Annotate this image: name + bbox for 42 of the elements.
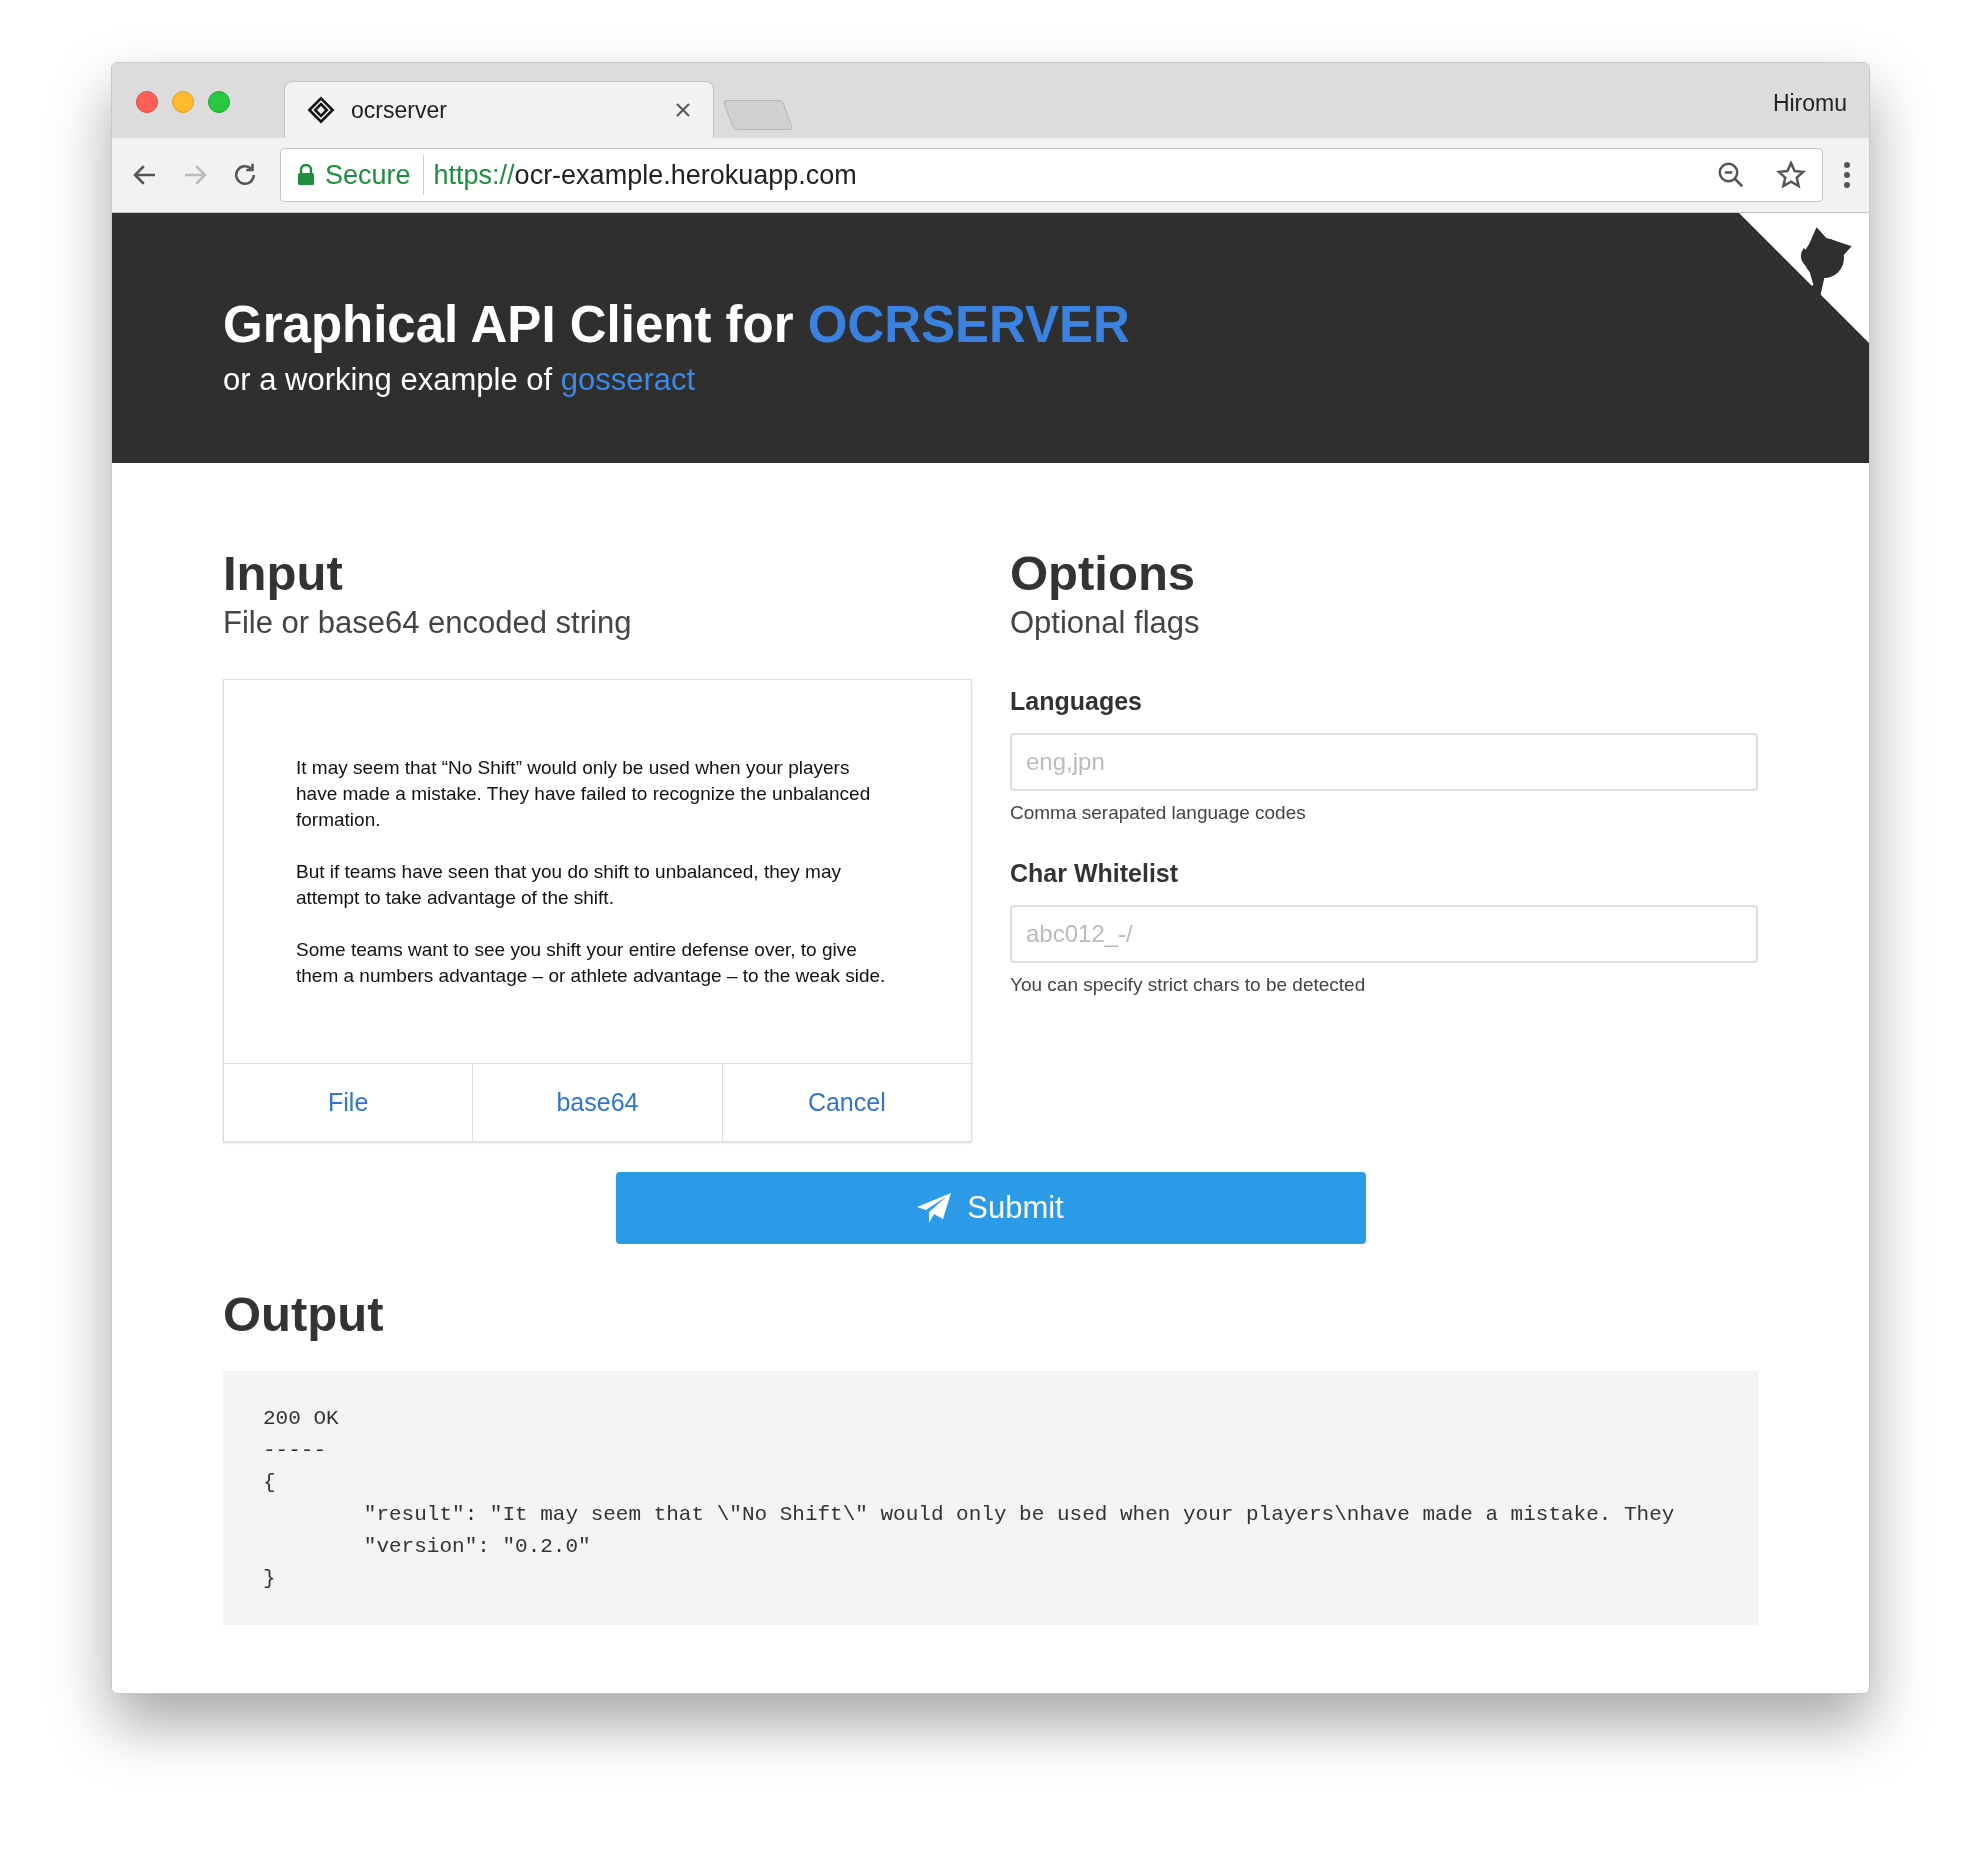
- star-icon[interactable]: [1776, 160, 1806, 190]
- paper-plane-icon: [917, 1193, 952, 1223]
- close-icon[interactable]: [675, 102, 691, 118]
- output-line: -----: [263, 1438, 327, 1465]
- zoom-out-icon[interactable]: [1716, 160, 1746, 190]
- input-option-button[interactable]: Cancel: [721, 1064, 971, 1141]
- field-label: Languages: [1010, 686, 1143, 717]
- cube-icon: [307, 96, 335, 124]
- output-line: "version": "0.2.0": [362, 1534, 592, 1561]
- output-line: 200 OK: [263, 1406, 340, 1433]
- page-subtitle: or a working example of gosseract: [223, 360, 697, 399]
- input-subheading: File or base64 encoded string: [223, 604, 633, 643]
- profile-name[interactable]: Hiromu: [1772, 85, 1847, 120]
- browser-tab[interactable]: ocrserver: [284, 81, 714, 138]
- preview-paragraph: Some teams want to see you shift your entire defense over, to give them a numbers advantage – or athlete advantage – to the weak side.: [296, 937, 887, 988]
- secure-label: Secure: [325, 154, 424, 196]
- field-help: Comma serapated language codes: [1010, 800, 1307, 825]
- preview-paragraph: It may seem that “No Shift” would only be used when your players have made a mistake. They have failed to recognize the unbalanced formation.: [296, 755, 872, 832]
- options-heading: Options: [1010, 545, 1197, 602]
- submit-button[interactable]: Submit: [615, 1172, 1366, 1244]
- options-subheading: Optional flags: [1010, 604, 1201, 643]
- preview-paragraph: But if teams have seen that you do shift to unbalanced, they may attempt to take advantage of the shift.: [296, 859, 842, 910]
- close-window-icon[interactable]: [136, 91, 158, 113]
- address-bar[interactable]: Secure https://ocr-example.herokuapp.com: [280, 148, 1823, 202]
- menu-icon[interactable]: [1843, 161, 1851, 189]
- github-corner-icon[interactable]: [1739, 213, 1869, 343]
- input-heading: Input: [223, 545, 344, 602]
- gosseract-link[interactable]: gosseract: [560, 361, 696, 397]
- field-label: Char Whitelist: [1010, 858, 1180, 889]
- output-line: {: [263, 1470, 277, 1497]
- page-title: Graphical API Client for OCRSERVER: [223, 294, 1131, 355]
- input-option-button[interactable]: base64: [472, 1064, 722, 1141]
- output-line: }: [263, 1566, 277, 1593]
- url-text: https://ocr-example.herokuapp.com: [433, 158, 857, 192]
- field-help: You can specify strict chars to be detected: [1010, 972, 1367, 997]
- output-heading: Output: [223, 1286, 385, 1343]
- input-field[interactable]: abc012_-/: [1010, 904, 1758, 963]
- output-line: "result": "It may seem that \"No Shift\" would only be used when your players\nhave made a mistake. They: [362, 1502, 1676, 1529]
- lock-icon: [297, 164, 315, 186]
- input-option-button[interactable]: File: [224, 1064, 473, 1141]
- tab-title: ocrserver: [351, 95, 448, 125]
- input-field[interactable]: eng,jpn: [1010, 732, 1758, 791]
